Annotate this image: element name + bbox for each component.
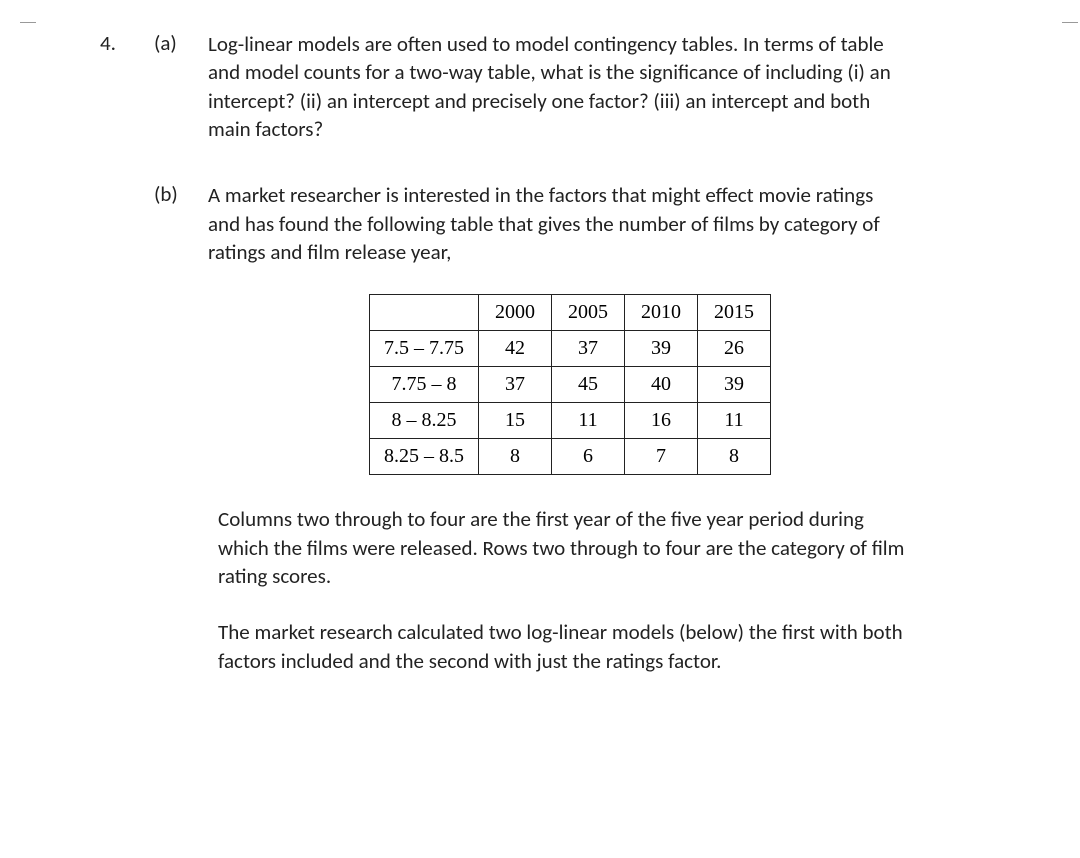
table-cell: 42 [479,331,552,367]
table-row: 8.25 – 8.5 8 6 7 8 [370,439,771,475]
table-cell: 37 [479,367,552,403]
table-cell: 7 [625,439,698,475]
table-cell: 11 [552,403,625,439]
table-corner-cell [370,295,479,331]
table-row: 7.75 – 8 37 45 40 39 [370,367,771,403]
row-label: 8.25 – 8.5 [370,439,479,475]
question-number: 4. [100,30,130,143]
table-cell: 26 [698,331,771,367]
part-b-paragraph-1: Columns two through to four are the firs… [218,505,908,590]
table-cell: 6 [552,439,625,475]
table-row: 8 – 8.25 15 11 16 11 [370,403,771,439]
contingency-table: 2000 2005 2010 2015 7.5 – 7.75 42 37 39 … [369,294,771,475]
table-cell: 39 [625,331,698,367]
page-corner-top-left [20,2,36,23]
table-cell: 8 [698,439,771,475]
table-cell: 45 [552,367,625,403]
table-cell: 39 [698,367,771,403]
table-cell: 16 [625,403,698,439]
table-cell: 8 [479,439,552,475]
document-page: 4. (a) Log-linear models are often used … [0,0,1080,858]
table-header-row: 2000 2005 2010 2015 [370,295,771,331]
table-cell: 15 [479,403,552,439]
row-label: 7.5 – 7.75 [370,331,479,367]
row-label: 8 – 8.25 [370,403,479,439]
col-header: 2010 [625,295,698,331]
table-cell: 37 [552,331,625,367]
part-label-b: (b) [154,181,184,266]
col-header: 2005 [552,295,625,331]
col-header: 2015 [698,295,771,331]
question-4-b: (b) A market researcher is interested in… [0,181,1040,266]
question-4-a: 4. (a) Log-linear models are often used … [0,30,1040,143]
part-a-text: Log-linear models are often used to mode… [208,30,898,143]
table-cell: 11 [698,403,771,439]
row-label: 7.75 – 8 [370,367,479,403]
part-b-intro: A market researcher is interested in the… [208,181,898,266]
spacer [100,181,130,266]
part-b-paragraph-2: The market research calculated two log-l… [218,618,908,675]
table-cell: 40 [625,367,698,403]
table-container: 2000 2005 2010 2015 7.5 – 7.75 42 37 39 … [0,294,1040,475]
page-corner-top-right [1062,2,1078,23]
part-label-a: (a) [154,30,184,143]
table-row: 7.5 – 7.75 42 37 39 26 [370,331,771,367]
part-b-paragraph-2-block: The market research calculated two log-l… [0,618,1040,675]
col-header: 2000 [479,295,552,331]
part-b-paragraph-1-block: Columns two through to four are the firs… [0,505,1040,590]
